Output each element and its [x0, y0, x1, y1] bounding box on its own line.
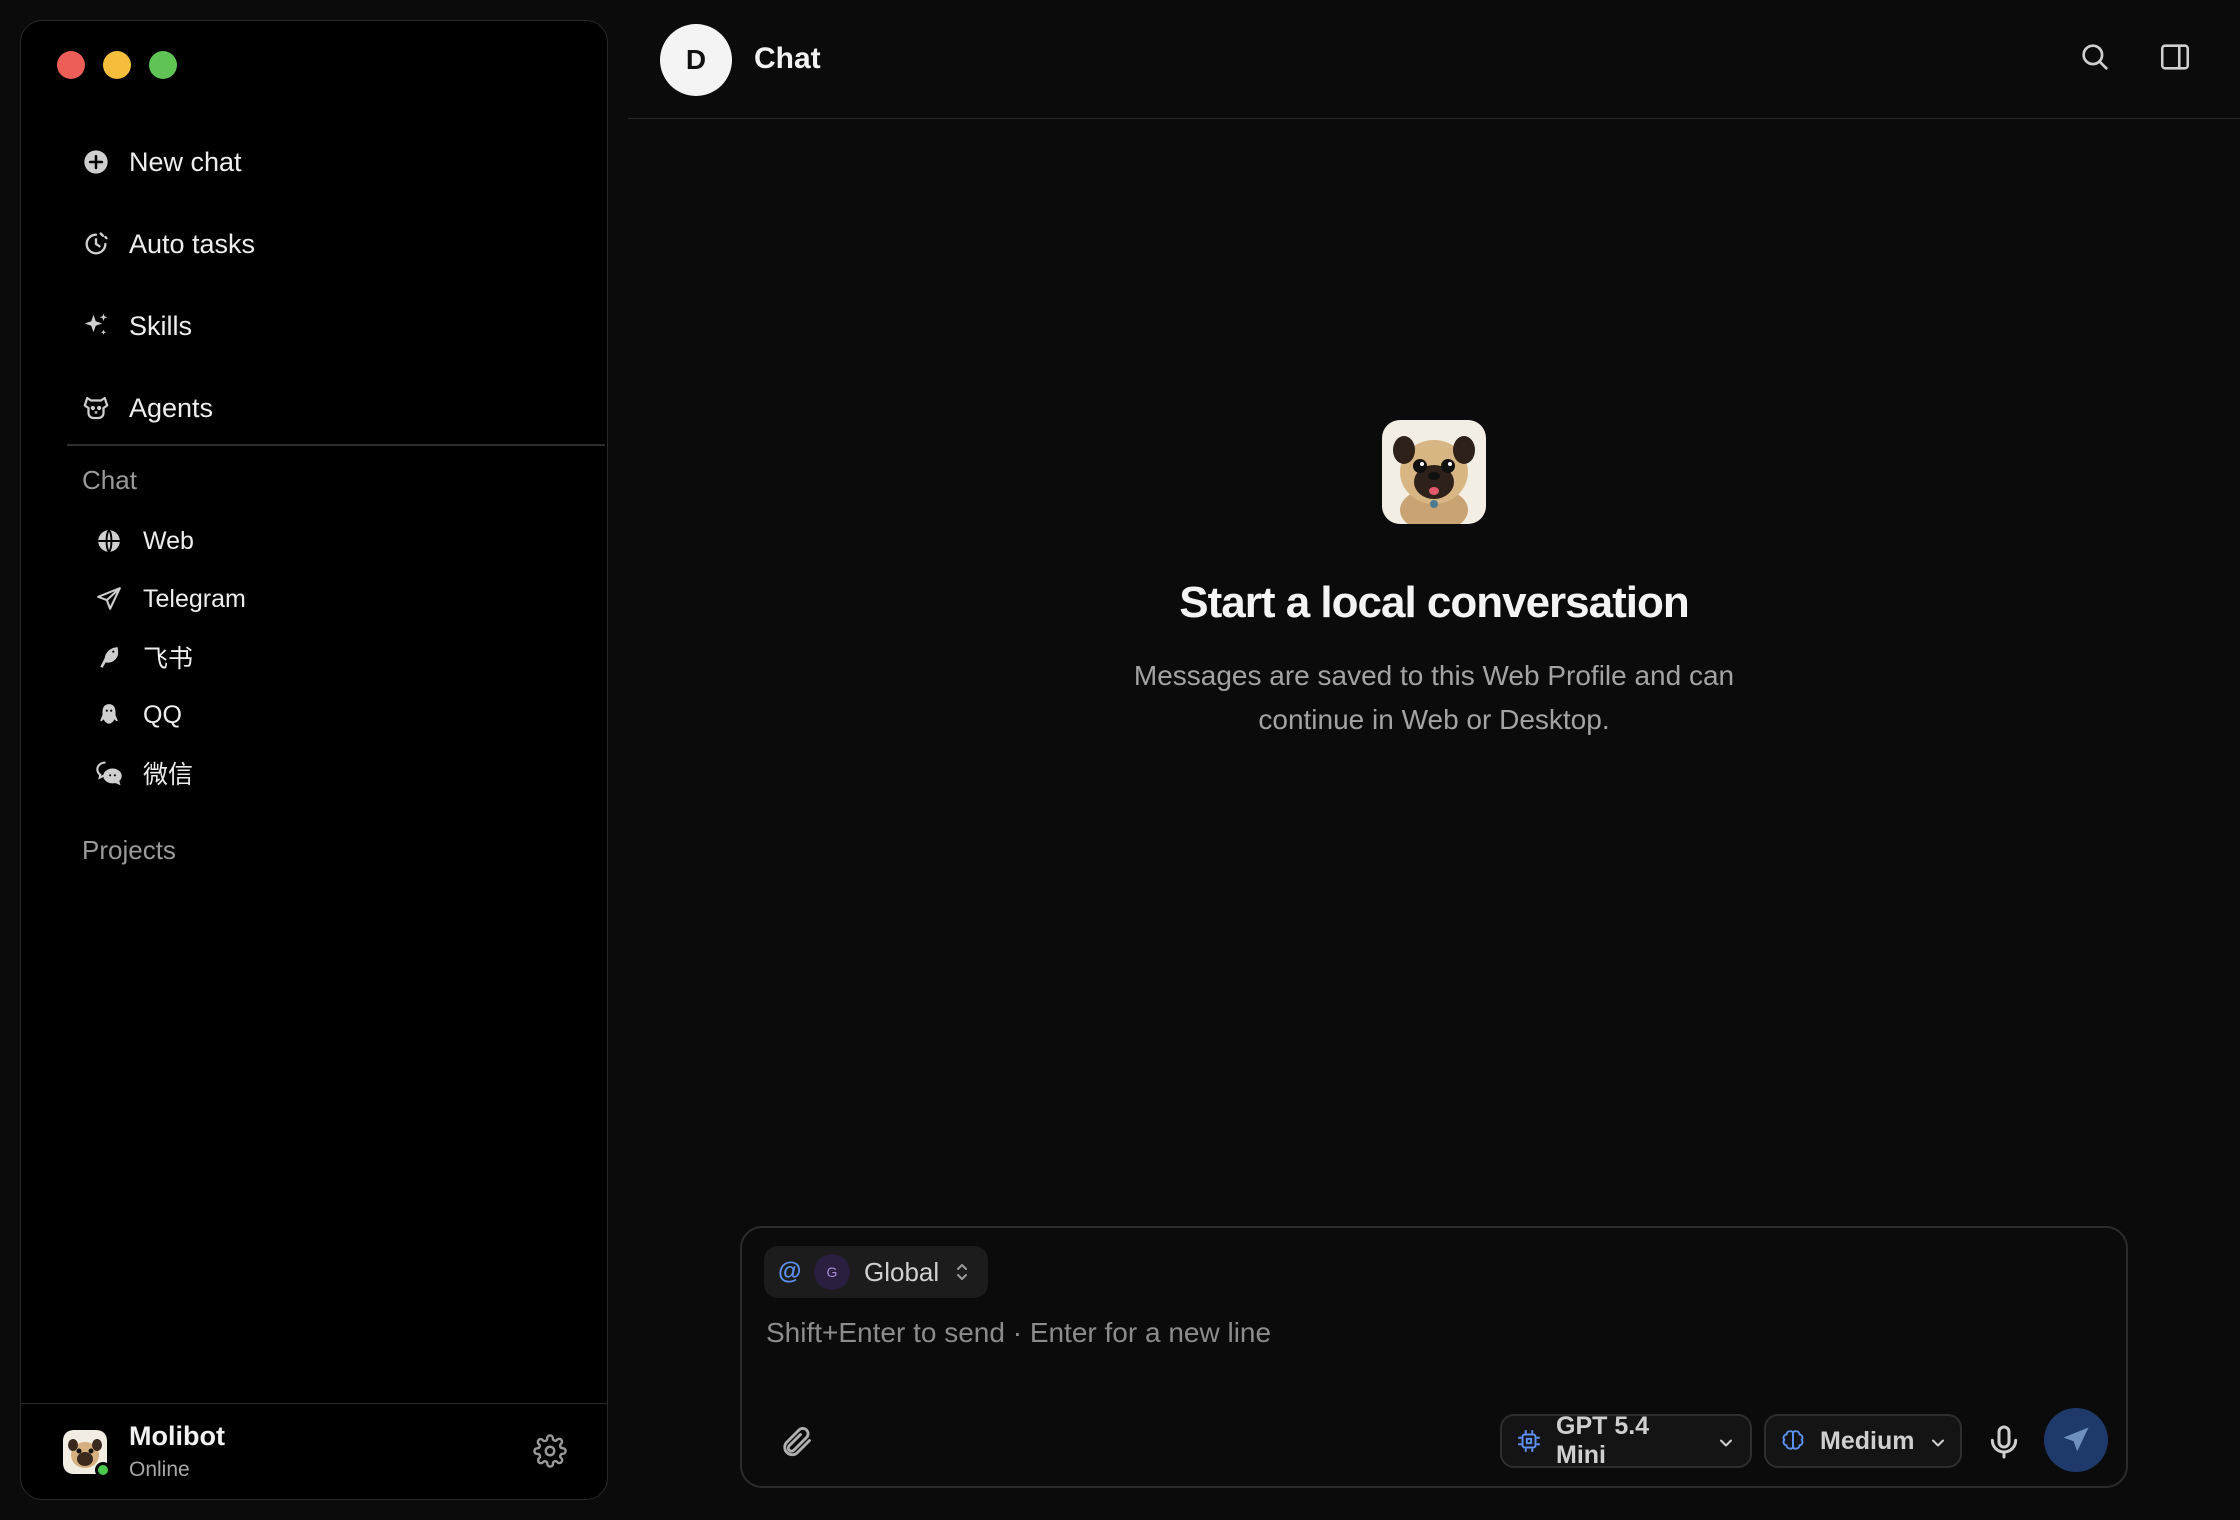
chat-section-label: Chat	[82, 465, 137, 495]
paper-plane-icon	[2063, 1427, 2089, 1452]
sidebar-nav: New chat Auto tasks Skills Agents	[61, 121, 581, 449]
channel-item-web[interactable]: Web	[95, 512, 575, 570]
channel-label: 微信	[143, 761, 194, 789]
message-composer: @ G Global GPT 5.4 Mini Medium	[740, 1226, 2128, 1488]
message-input[interactable]	[766, 1308, 2086, 1358]
model-label: GPT 5.4 Mini	[1556, 1412, 1650, 1469]
effort-label: Medium	[1820, 1426, 1915, 1455]
close-window-button[interactable]	[57, 51, 85, 79]
brain-icon	[1780, 1428, 1806, 1454]
sidebar-divider	[67, 444, 605, 446]
empty-state-title: Start a local conversation	[1179, 578, 1690, 627]
channel-list: Web Telegram 飞书 QQ 微信	[95, 512, 575, 802]
scope-avatar: G	[814, 1254, 850, 1290]
sidebar: New chat Auto tasks Skills Agents Chat W…	[20, 20, 608, 1500]
chat-header: D Chat	[628, 0, 2240, 119]
microphone-icon	[1990, 1425, 2018, 1459]
scope-label: Global	[864, 1256, 940, 1287]
paper-plane-icon	[95, 585, 123, 613]
projects-section-label[interactable]: Projects	[82, 835, 176, 866]
channel-item-feishu[interactable]: 飞书	[95, 628, 575, 686]
clock-icon	[81, 229, 111, 259]
mention-symbol: @	[778, 1258, 802, 1285]
settings-button[interactable]	[533, 1434, 567, 1468]
zoom-window-button[interactable]	[149, 51, 177, 79]
page-title: Chat	[754, 42, 821, 75]
new-chat-label: New chat	[129, 146, 242, 177]
plus-circle-icon	[81, 147, 111, 177]
search-button[interactable]	[2078, 40, 2112, 74]
channel-item-qq[interactable]: QQ	[95, 686, 575, 744]
minimize-window-button[interactable]	[103, 51, 131, 79]
bird-icon	[95, 643, 123, 671]
channel-item-telegram[interactable]: Telegram	[95, 570, 575, 628]
chevron-down-icon	[1928, 1431, 1948, 1451]
attach-button[interactable]	[778, 1424, 814, 1460]
toggle-panel-button[interactable]	[2158, 40, 2192, 74]
profile-status: Online	[129, 1458, 190, 1481]
gear-icon	[533, 1434, 567, 1468]
profile-name: Molibot	[129, 1421, 225, 1451]
app-window: New chat Auto tasks Skills Agents Chat W…	[0, 0, 2240, 1520]
scope-selector[interactable]: @ G Global	[764, 1246, 988, 1298]
channel-label: QQ	[143, 700, 182, 729]
empty-state: Start a local conversation Messages are …	[628, 420, 2240, 742]
chevron-up-down-icon	[953, 1260, 971, 1284]
avatar	[63, 1429, 111, 1478]
model-selector[interactable]: GPT 5.4 Mini	[1500, 1412, 1752, 1469]
skills-label: Skills	[129, 310, 193, 341]
penguin-icon	[95, 701, 123, 729]
new-chat-button[interactable]: New chat	[61, 121, 581, 203]
search-icon	[2082, 44, 2108, 70]
channel-label: Telegram	[143, 584, 246, 613]
send-button[interactable]	[2044, 1408, 2108, 1472]
cpu-icon	[1516, 1428, 1542, 1454]
pug-logo-icon	[1382, 420, 1486, 524]
chat-avatar: D	[660, 24, 732, 96]
sidebar-item-skills[interactable]: Skills	[61, 285, 581, 367]
channel-label: Web	[143, 526, 194, 555]
sparkle-icon	[81, 311, 111, 341]
sidebar-item-agents[interactable]: Agents	[61, 367, 581, 449]
channel-label: 飞书	[143, 645, 194, 673]
globe-icon	[95, 527, 123, 555]
channel-item-wechat[interactable]: 微信	[95, 744, 575, 802]
agents-label: Agents	[129, 392, 214, 423]
empty-state-description: Messages are saved to this Web Profile a…	[1133, 660, 1735, 735]
paperclip-icon	[783, 1427, 811, 1457]
microphone-button[interactable]	[1984, 1422, 2024, 1462]
user-profile[interactable]: Molibot Online	[21, 1403, 607, 1499]
sidebar-panel-icon	[2160, 44, 2190, 70]
sidebar-item-auto-tasks[interactable]: Auto tasks	[61, 203, 581, 285]
effort-selector[interactable]: Medium	[1764, 1414, 1962, 1468]
online-status-dot	[95, 1461, 111, 1478]
dog-icon	[81, 393, 111, 423]
chevron-down-icon	[1716, 1431, 1736, 1451]
auto-tasks-label: Auto tasks	[129, 228, 256, 259]
wechat-icon	[95, 759, 123, 787]
window-controls	[57, 51, 177, 79]
